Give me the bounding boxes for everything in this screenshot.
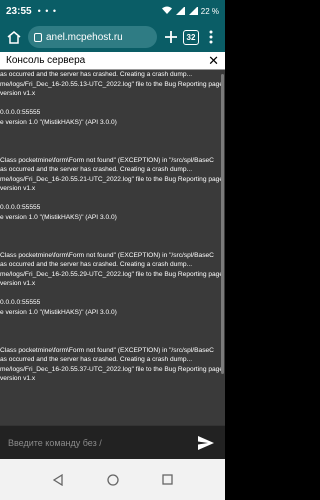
home-circle-icon — [106, 473, 119, 486]
console-line: me/logs/Fri_Dec_16-20.55.21-UTC_2022.log… — [0, 175, 223, 183]
signal-icon — [174, 7, 185, 15]
console-line: version v1.x — [0, 375, 36, 382]
console-line: version v1.x — [0, 280, 36, 287]
console-line: 0.0.0.0:55555 — [0, 204, 41, 211]
menu-icon[interactable] — [201, 27, 221, 47]
console-line: as occurred and the server has crashed. … — [0, 166, 193, 173]
browser-toolbar: anel.mcpehost.ru 32 — [0, 22, 225, 52]
notification-dots: • • • — [37, 6, 58, 16]
lock-icon — [34, 32, 42, 42]
home-icon[interactable] — [4, 27, 24, 47]
back-button[interactable] — [48, 470, 68, 490]
send-button[interactable] — [195, 432, 217, 454]
console-line: e version 1.0 "(MistikHAKS)" (API 3.0.0) — [0, 213, 117, 221]
close-icon[interactable]: ✕ — [208, 54, 219, 67]
status-time: 23:55 — [6, 5, 32, 17]
console-line: as occurred and the server has crashed. … — [0, 71, 193, 78]
address-bar[interactable]: anel.mcpehost.ru — [28, 26, 157, 48]
console-line: 0.0.0.0:55555 — [0, 109, 41, 116]
recents-icon — [162, 474, 173, 485]
console-line: Class pocketmine\form\Form not found" (E… — [0, 156, 214, 164]
console-line: me/logs/Fri_Dec_16-20.55.37-UTC_2022.log… — [0, 365, 223, 373]
command-input[interactable] — [8, 437, 195, 448]
signal-icon-2 — [187, 7, 198, 15]
status-bar: 23:55 • • • 22 % — [0, 0, 225, 22]
console-line: as occurred and the server has crashed. … — [0, 356, 193, 363]
console-title: Консоль сервера — [6, 55, 86, 66]
send-icon — [198, 435, 214, 450]
status-indicators: 22 % — [161, 6, 219, 16]
back-icon — [52, 473, 63, 486]
tabs-count: 32 — [183, 29, 199, 45]
command-bar — [0, 425, 225, 459]
console-line: version v1.x — [0, 90, 36, 97]
console-header: Консоль сервера ✕ — [0, 52, 225, 70]
recents-button[interactable] — [158, 470, 178, 490]
system-nav-bar — [0, 459, 225, 500]
tabs-button[interactable]: 32 — [181, 27, 201, 47]
console-output[interactable]: as occurred and the server has crashed. … — [0, 70, 225, 425]
url-text: anel.mcpehost.ru — [46, 31, 123, 43]
console-line: version v1.x — [0, 185, 36, 192]
console-line: me/logs/Fri_Dec_16-20.55.13-UTC_2022.log… — [0, 80, 223, 88]
scrollbar[interactable] — [221, 74, 224, 374]
console-line: e version 1.0 "(MistikHAKS)" (API 3.0.0) — [0, 118, 117, 126]
console-line: as occurred and the server has crashed. … — [0, 261, 193, 268]
battery-label: 22 % — [200, 6, 219, 16]
console-line: 0.0.0.0:55555 — [0, 299, 41, 306]
console-line: e version 1.0 "(MistikHAKS)" (API 3.0.0) — [0, 308, 117, 316]
console-line: Class pocketmine\form\Form not found" (E… — [0, 346, 214, 354]
home-button[interactable] — [103, 470, 123, 490]
console-line: me/logs/Fri_Dec_16-20.55.29-UTC_2022.log… — [0, 270, 223, 278]
wifi-icon — [161, 6, 172, 16]
new-tab-button[interactable] — [161, 27, 181, 47]
console-line: Class pocketmine\form\Form not found" (E… — [0, 251, 214, 259]
